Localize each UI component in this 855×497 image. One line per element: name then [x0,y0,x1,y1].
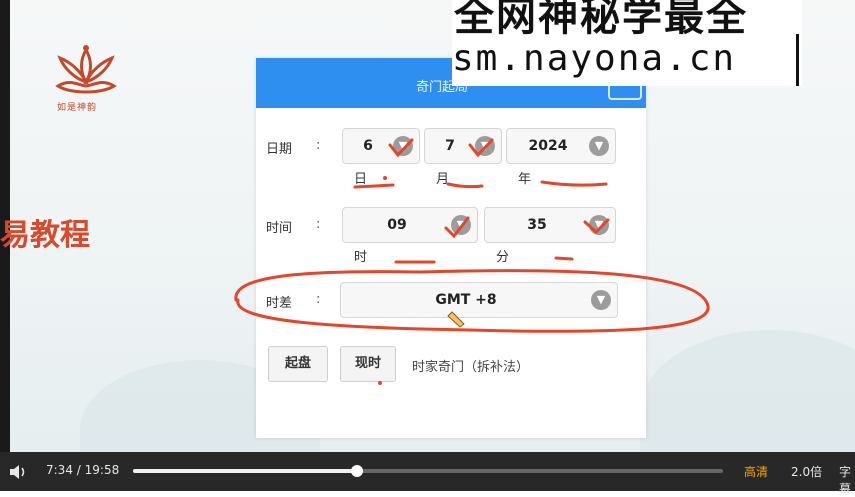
annotation-strokes [234,138,710,333]
playback-time: 7:34 / 19:58 [46,463,119,477]
progress-knob[interactable] [350,465,363,477]
text-cursor [796,34,799,86]
subtitle-button[interactable]: 字幕 [839,463,855,497]
quality-button[interactable]: 高清 [744,463,768,480]
total-duration: 19:58 [84,463,120,477]
current-time: 7:34 [46,463,73,477]
watermark-line1: 全网神秘学最全 [454,0,748,40]
video-controls: 7:34 / 19:58 高清 2.0倍 字幕 [0,452,855,496]
progress-fill [133,469,357,473]
speed-button[interactable]: 2.0倍 [791,463,822,480]
volume-icon[interactable] [8,462,28,482]
watermark-url: sm.nayona.cn [452,38,737,79]
video-frame: 如是神韵 易教程 奇门起局 日期 : 6 ▼ 7 ▼ 2024 ▼ 日 月 年 … [0,0,855,452]
time-separator: / [76,463,81,477]
progress-bar[interactable] [133,465,723,477]
pencil-cursor-icon [447,311,465,328]
